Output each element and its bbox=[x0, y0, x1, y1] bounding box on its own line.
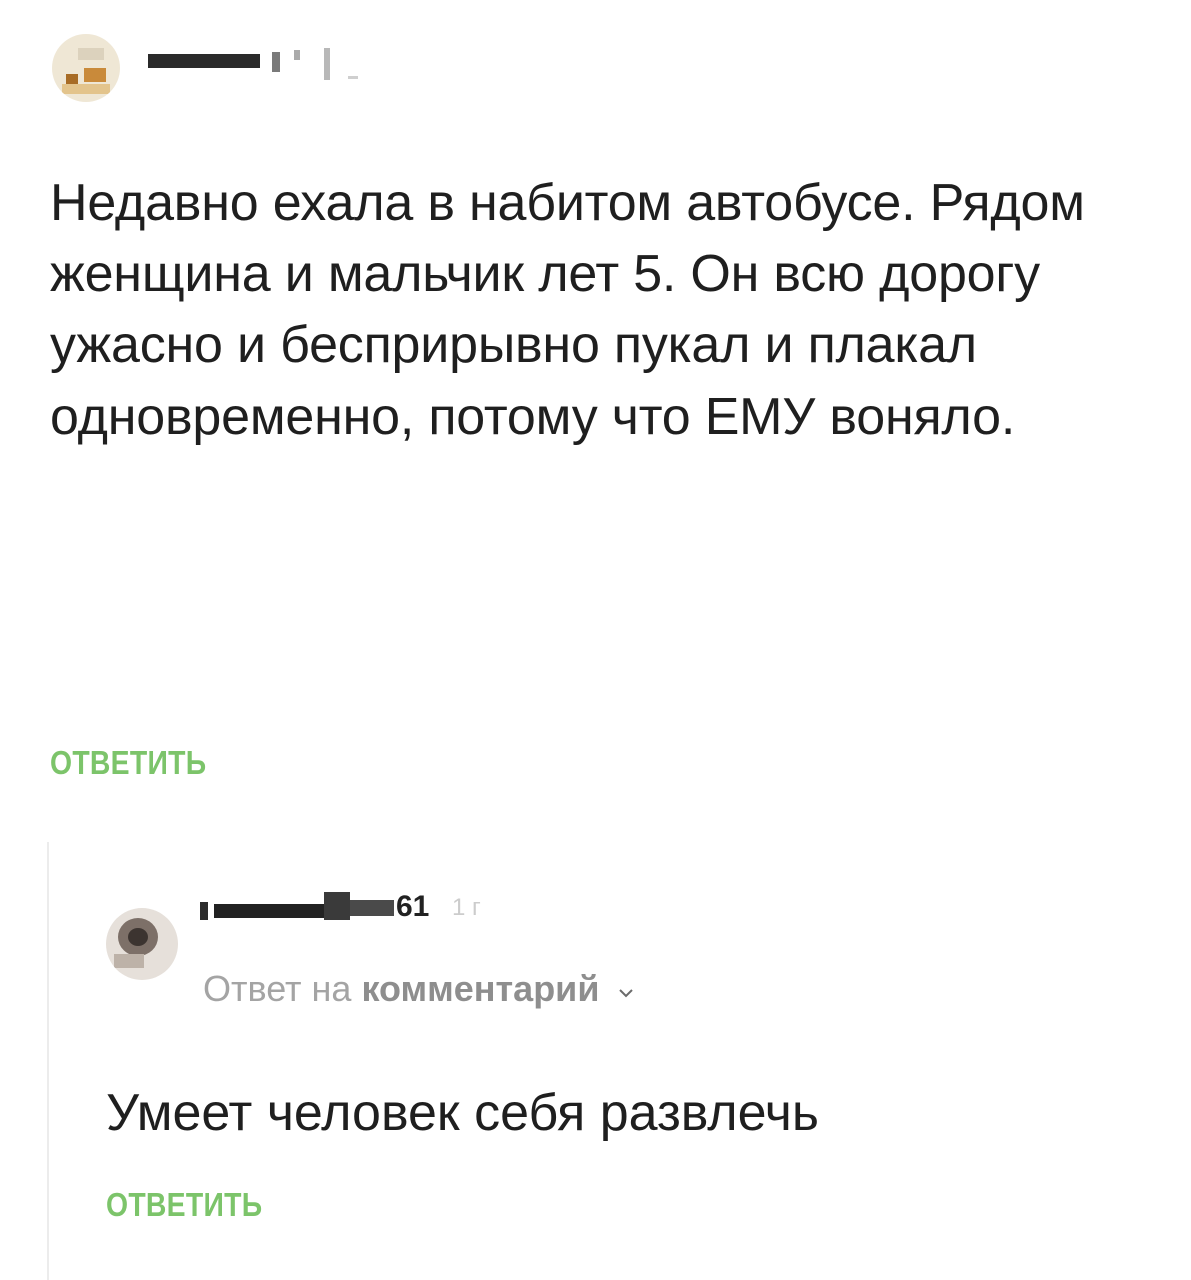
comment-text: Умеет человек себя развлечь bbox=[106, 1084, 819, 1142]
username-redacted[interactable] bbox=[148, 48, 378, 88]
reply-button[interactable]: ОТВЕТИТЬ bbox=[106, 1186, 262, 1224]
avatar[interactable] bbox=[52, 34, 120, 102]
comment-text: Недавно ехала в набитом автобусе. Рядом … bbox=[50, 174, 1085, 446]
reply-to-toggle[interactable]: Ответ на комментарий bbox=[203, 968, 634, 1010]
reply-button[interactable]: ОТВЕТИТЬ bbox=[50, 744, 206, 782]
username-suffix: 61 bbox=[396, 890, 430, 923]
reply-to-target: комментарий bbox=[361, 968, 600, 1009]
thread-line bbox=[47, 842, 49, 1280]
chevron-down-icon[interactable] bbox=[619, 978, 634, 1004]
avatar[interactable] bbox=[106, 908, 178, 980]
comment-timestamp: 1 г bbox=[452, 894, 481, 921]
comment: Недавно ехала в набитом автобусе. Рядом … bbox=[0, 0, 1191, 820]
username-redacted[interactable]: 61 1 г bbox=[200, 890, 520, 930]
reply-to-prefix: Ответ на bbox=[203, 968, 352, 1009]
